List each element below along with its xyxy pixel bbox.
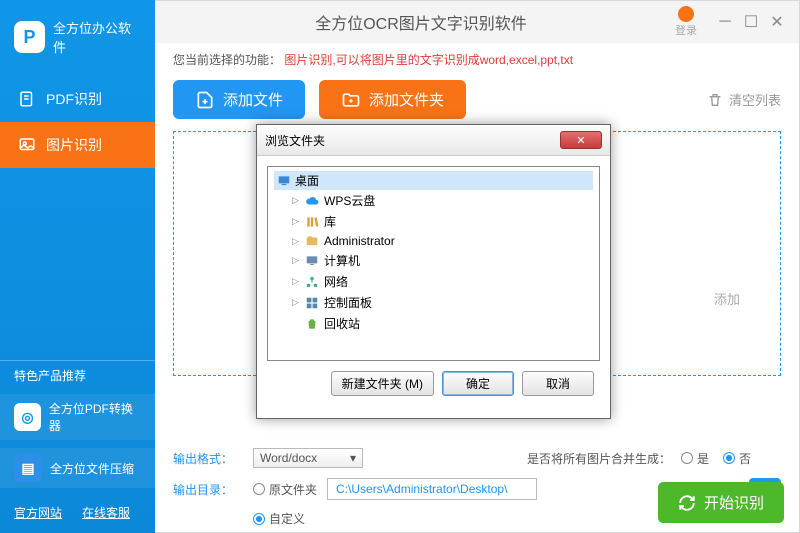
file-plus-icon — [195, 90, 215, 110]
start-label: 开始识别 — [704, 492, 764, 513]
tree-root-label: 桌面 — [295, 172, 319, 189]
tree-item[interactable]: ▷网络 — [274, 271, 593, 292]
new-folder-button[interactable]: 新建文件夹 (M) — [331, 371, 434, 396]
chevron-down-icon: ▾ — [350, 451, 356, 465]
merge-label: 是否将所有图片合并生成： — [527, 450, 671, 467]
folder-plus-icon — [341, 90, 361, 110]
add-file-label: 添加文件 — [223, 89, 283, 110]
dialog-buttons: 新建文件夹 (M) 确定 取消 — [267, 361, 600, 408]
format-select[interactable]: Word/docx ▾ — [253, 448, 363, 468]
tree-item[interactable]: ▷控制面板 — [274, 292, 593, 313]
ok-button[interactable]: 确定 — [442, 371, 514, 396]
dialog-title: 浏览文件夹 — [265, 132, 325, 149]
tree-item[interactable]: ▷计算机 — [274, 250, 593, 271]
nav-pdf-label: PDF识别 — [46, 89, 102, 109]
user-folder-icon — [305, 234, 319, 248]
add-file-button[interactable]: 添加文件 — [173, 80, 305, 119]
start-button[interactable]: 开始识别 — [658, 482, 784, 523]
dropzone-tip: 添加 — [714, 289, 740, 308]
login-label: 登录 — [675, 22, 697, 38]
promo-item-label: 全方位文件压缩 — [50, 460, 134, 477]
refresh-icon — [678, 494, 696, 512]
dialog-titlebar: 浏览文件夹 ✕ — [257, 125, 610, 156]
clear-list-label: 清空列表 — [729, 90, 781, 109]
pdf-icon — [18, 90, 36, 108]
logo: P 全方位办公软件 — [0, 0, 155, 76]
output-path[interactable]: C:\Users\Administrator\Desktop\ — [327, 478, 537, 500]
nav-image-label: 图片识别 — [46, 135, 102, 155]
merge-no-radio[interactable]: 否 — [723, 450, 751, 467]
titlebar: 全方位OCR图片文字识别软件 登录 ─ ☐ ✕ — [155, 1, 799, 43]
app-title: 全方位OCR图片文字识别软件 — [167, 10, 675, 34]
tree-item[interactable]: ▷WPS云盘 — [274, 190, 593, 211]
official-site-link[interactable]: 官方网站 — [14, 504, 62, 521]
logo-text: 全方位办公软件 — [53, 18, 141, 56]
format-label: 输出格式： — [173, 450, 243, 467]
maximize-button[interactable]: ☐ — [741, 12, 761, 32]
folder-tree[interactable]: 桌面 ▷WPS云盘 ▷库 ▷Administrator ▷计算机 ▷网络 ▷控制… — [267, 166, 600, 361]
output-custom-radio[interactable]: 自定义 — [253, 510, 305, 527]
promo-item-label: 全方位PDF转换器 — [49, 400, 141, 434]
cloud-icon — [305, 194, 319, 208]
footer-links: 官方网站 在线客服 — [0, 492, 155, 533]
user-icon — [678, 6, 694, 22]
promo-pdf-converter[interactable]: ◎ 全方位PDF转换器 — [0, 394, 155, 440]
image-icon — [18, 136, 36, 154]
cancel-button[interactable]: 取消 — [522, 371, 594, 396]
format-value: Word/docx — [260, 451, 317, 465]
dialog-close-button[interactable]: ✕ — [560, 131, 602, 149]
close-button[interactable]: ✕ — [767, 12, 787, 32]
action-row: 添加文件 添加文件夹 清空列表 — [155, 76, 799, 131]
tree-item[interactable]: ▷库 — [274, 211, 593, 232]
minimize-button[interactable]: ─ — [715, 12, 735, 32]
computer-icon — [305, 254, 319, 268]
support-link[interactable]: 在线客服 — [82, 504, 130, 521]
browse-folder-dialog: 浏览文件夹 ✕ 桌面 ▷WPS云盘 ▷库 ▷Administrator ▷计算机… — [256, 124, 611, 419]
add-folder-button[interactable]: 添加文件夹 — [319, 80, 466, 119]
promo-compress[interactable]: ▤ 全方位文件压缩 — [0, 448, 155, 488]
recycle-bin-icon — [305, 317, 319, 331]
output-original-radio[interactable]: 原文件夹 — [253, 481, 317, 498]
nav-pdf[interactable]: PDF识别 — [0, 76, 155, 122]
sidebar: P 全方位办公软件 PDF识别 图片识别 特色产品推荐 ◎ 全方位PDF转换器 … — [0, 0, 155, 533]
clear-list-button[interactable]: 清空列表 — [707, 90, 781, 109]
tree-item[interactable]: 回收站 — [274, 313, 593, 334]
promo-title: 特色产品推荐 — [0, 360, 155, 390]
notice: 您当前选择的功能： 图片识别,可以将图片里的文字识别成word,excel,pp… — [155, 43, 799, 76]
output-label: 输出目录： — [173, 481, 243, 498]
nav-image[interactable]: 图片识别 — [0, 122, 155, 168]
notice-desc: 图片识别,可以将图片里的文字识别成word,excel,ppt,txt — [284, 53, 573, 67]
tree-item[interactable]: ▷Administrator — [274, 232, 593, 250]
library-icon — [305, 215, 319, 229]
network-icon — [305, 275, 319, 289]
logo-icon: P — [14, 21, 45, 53]
trash-icon — [707, 92, 723, 108]
compress-icon: ▤ — [14, 454, 42, 482]
target-icon: ◎ — [14, 403, 41, 431]
login-button[interactable]: 登录 — [675, 6, 697, 38]
desktop-icon — [277, 174, 291, 188]
notice-prefix: 您当前选择的功能： — [173, 53, 281, 67]
tree-root-desktop[interactable]: 桌面 — [274, 171, 593, 190]
control-panel-icon — [305, 296, 319, 310]
add-folder-label: 添加文件夹 — [369, 89, 444, 110]
merge-yes-radio[interactable]: 是 — [681, 450, 709, 467]
